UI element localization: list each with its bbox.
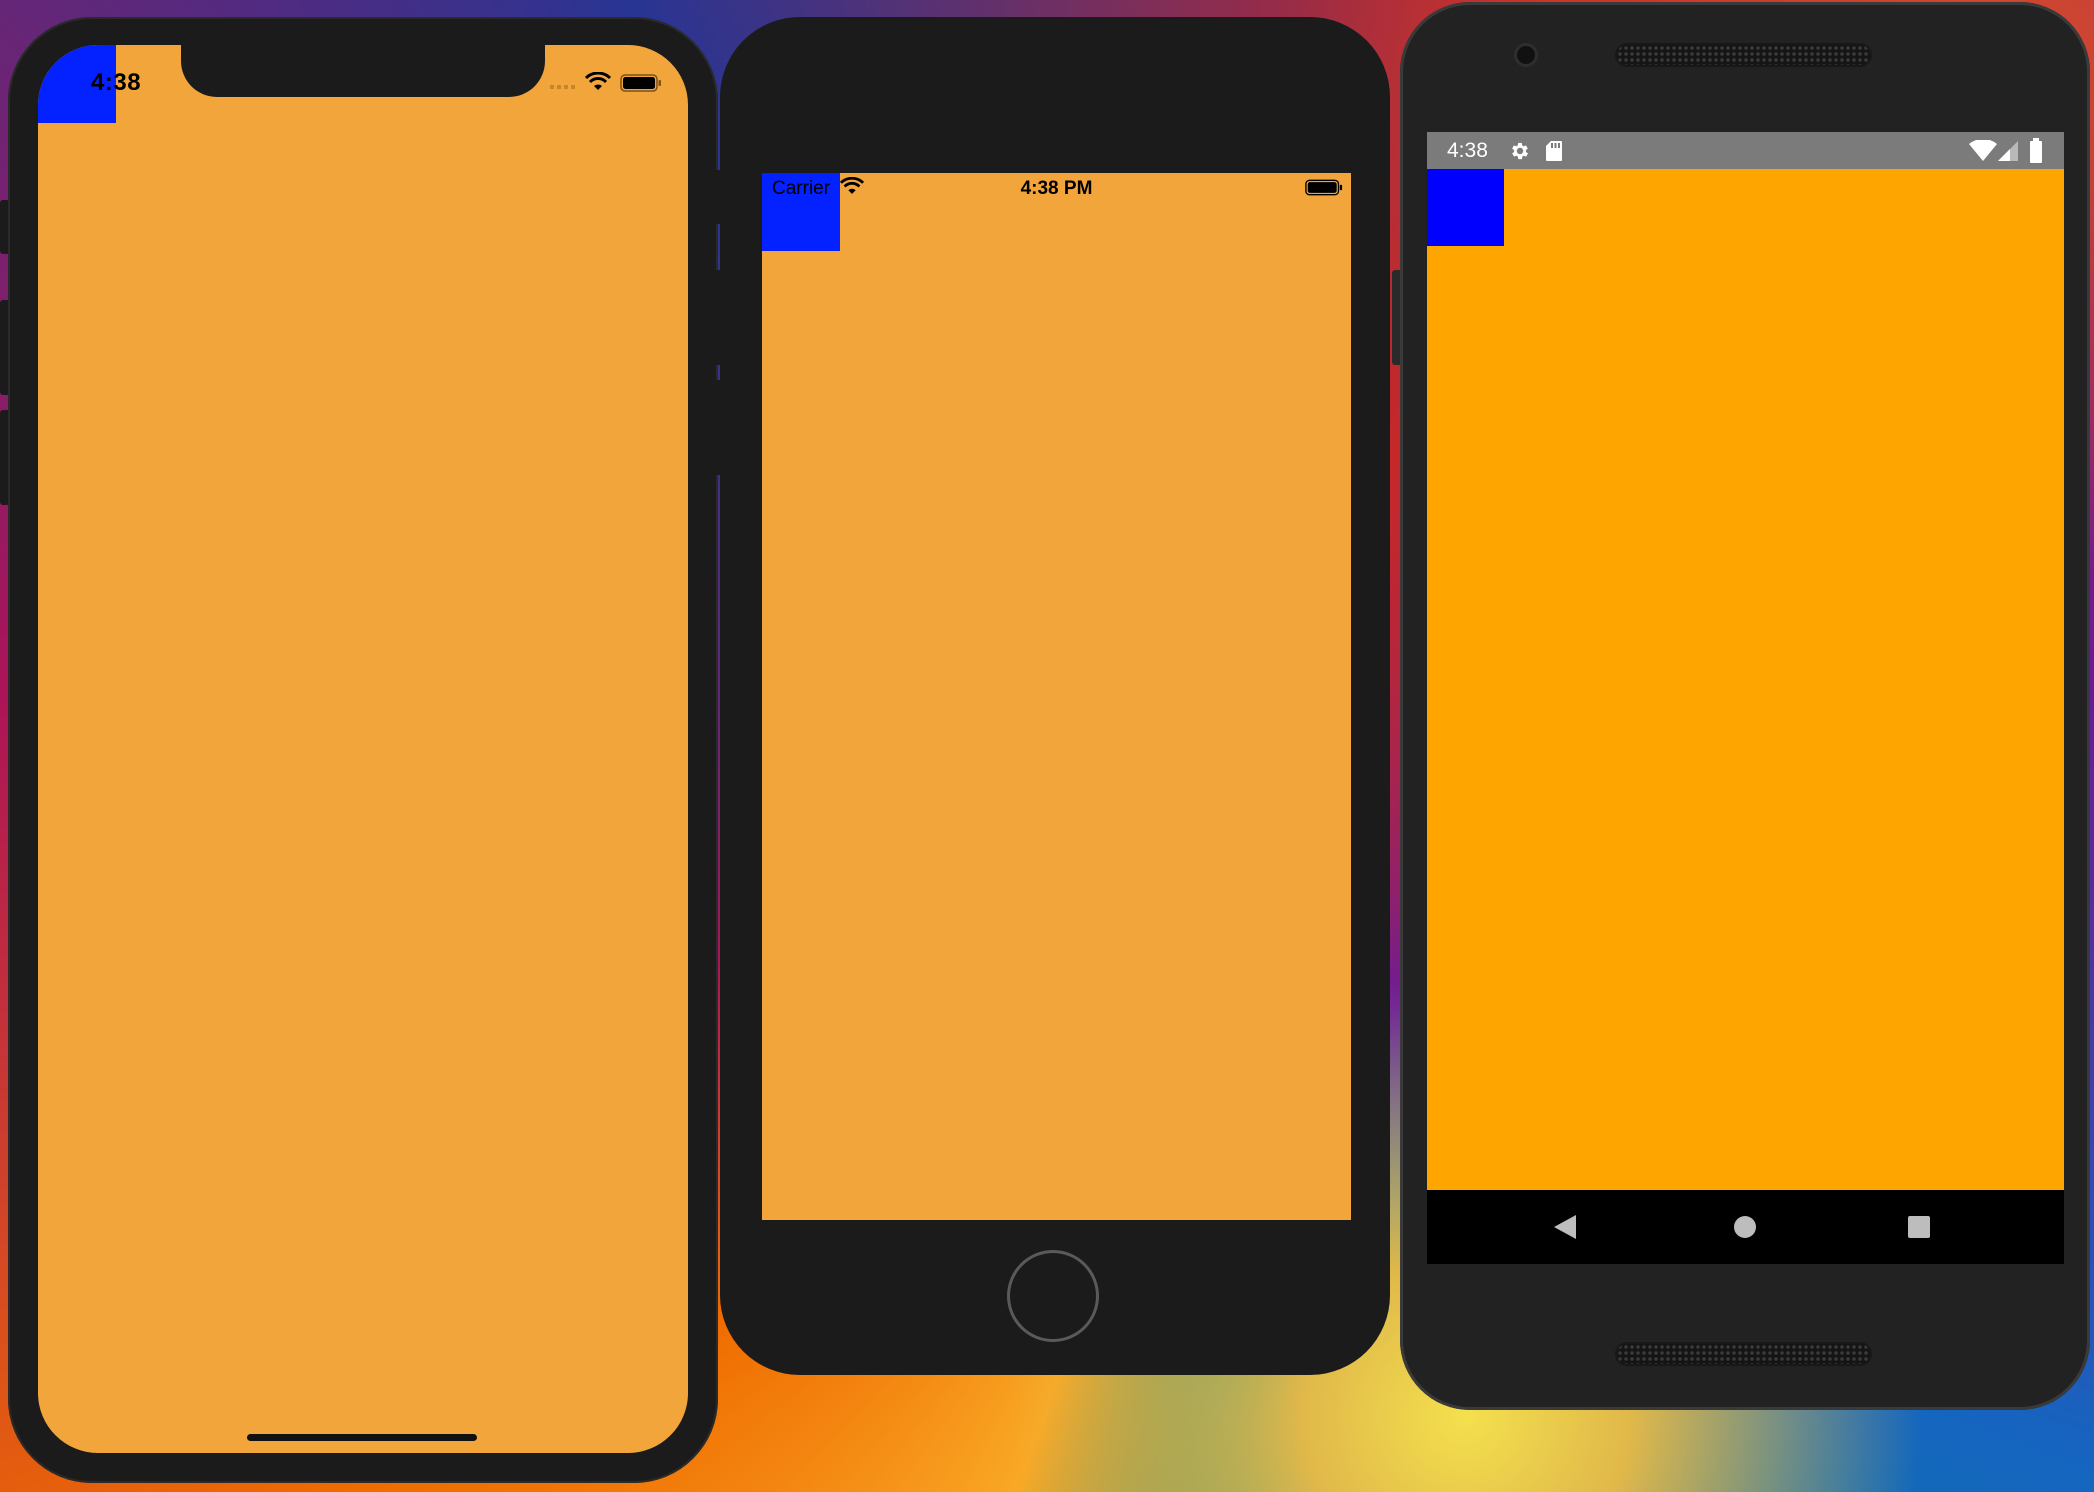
home-icon[interactable] [1734,1216,1756,1238]
android-status-time: 4:38 [1447,139,1488,162]
front-camera-icon [1517,46,1535,64]
iphone-8-home-button[interactable] [1007,1250,1099,1342]
android-top-speaker [1617,45,1870,65]
android-nav-bar [1427,1190,2064,1264]
android-screen [1427,169,2064,1190]
back-icon[interactable] [1554,1215,1576,1239]
battery-icon [1305,179,1343,196]
wifi-icon [585,72,611,90]
android-status-bar: 4:38 [1427,132,2064,169]
battery-icon [620,74,661,92]
wifi-icon [1969,140,1997,161]
sd-card-icon [1546,141,1562,161]
settings-icon [1512,142,1528,160]
iphone-x-home-indicator[interactable] [247,1434,477,1441]
iphone-8-status-time: 4:38 PM [1020,178,1093,199]
recents-icon[interactable] [1908,1216,1930,1238]
signal-icon [550,85,575,89]
iphone-x-status-time: 4:38 [91,69,142,96]
android-blue-box [1427,169,1504,246]
signal-icon [1998,141,2018,161]
battery-icon [2030,138,2042,163]
iphone-x-screen: 4:38 [38,45,688,1453]
iphone-8-screen: Carrier 4:38 PM [762,173,1351,1220]
android-bottom-speaker [1617,1344,1870,1364]
iphone-x-notch [181,45,545,97]
